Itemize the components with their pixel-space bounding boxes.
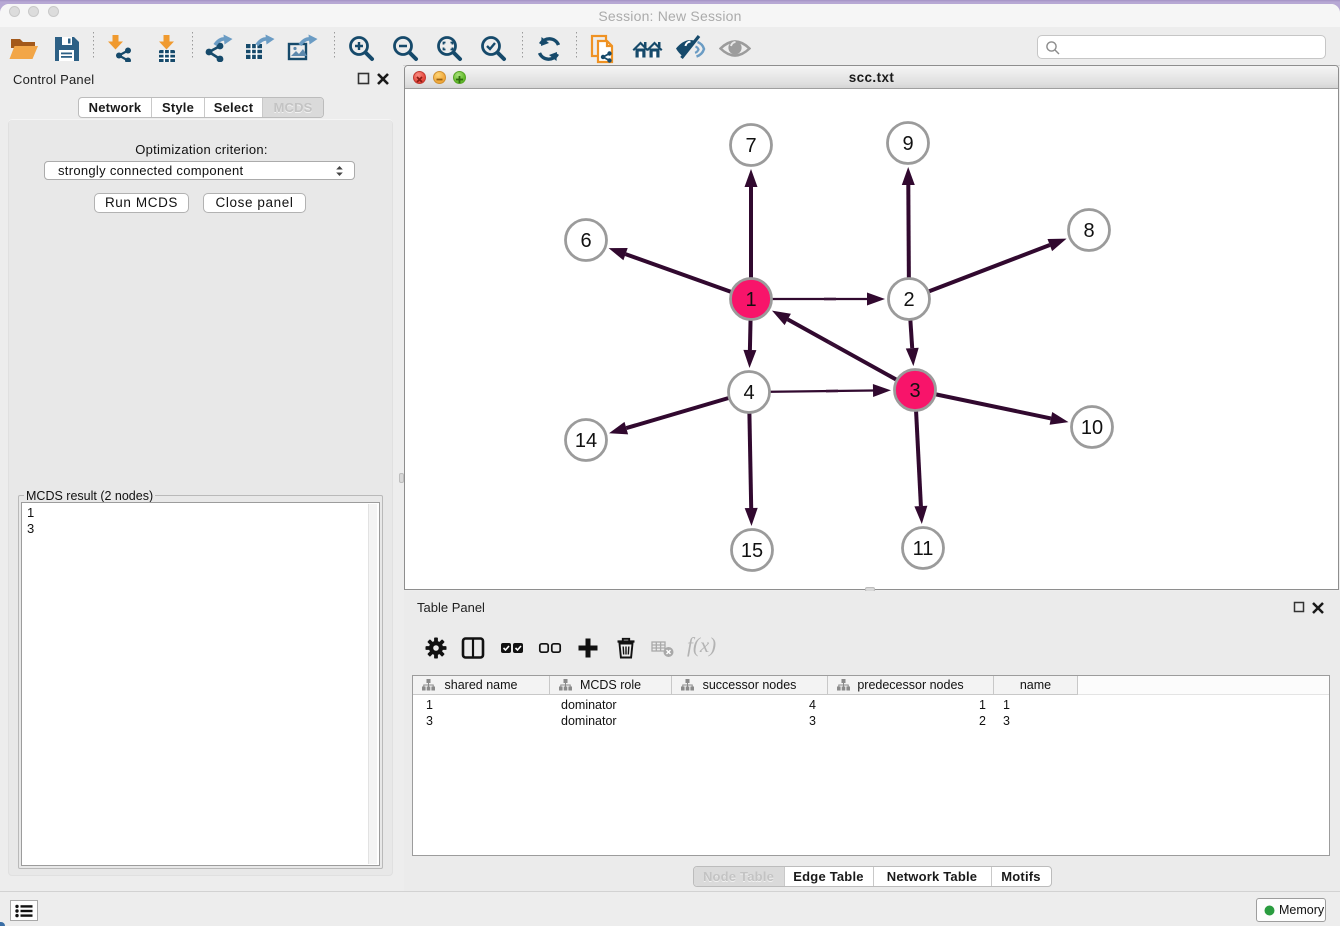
svg-text:6: 6 xyxy=(580,230,591,252)
svg-text:7: 7 xyxy=(745,135,756,157)
svg-text:4: 4 xyxy=(743,382,754,404)
svg-text:3: 3 xyxy=(909,380,920,402)
svg-text:8: 8 xyxy=(1083,220,1094,242)
svg-text:10: 10 xyxy=(1081,417,1103,439)
svg-text:9: 9 xyxy=(902,133,913,155)
svg-text:1: 1 xyxy=(745,289,756,311)
svg-text:11: 11 xyxy=(913,538,934,560)
svg-text:15: 15 xyxy=(741,540,763,562)
svg-text:2: 2 xyxy=(903,289,914,311)
svg-text:14: 14 xyxy=(575,430,597,452)
